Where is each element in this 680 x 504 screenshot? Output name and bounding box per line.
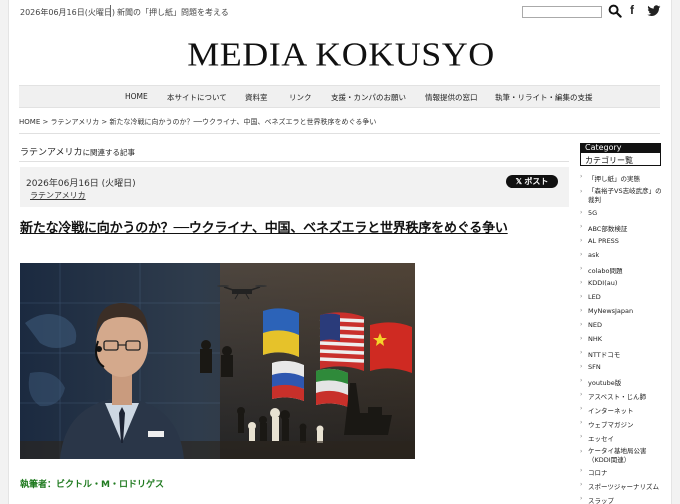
sidebar-item-label: ABC部数検証: [588, 225, 628, 233]
sidebar-item-label: アスベスト・じん肺: [588, 393, 647, 401]
sidebar-item-label: ask: [588, 251, 600, 259]
chevron-right-icon: ›: [580, 223, 583, 230]
chevron-right-icon: ›: [580, 349, 583, 356]
sidebar-heading-ja: カテゴリー覧: [585, 156, 633, 165]
sidebar-item-label: スポーツジャーナリズム: [588, 483, 660, 491]
sidebar-heading-box: カテゴリー覧: [580, 153, 661, 166]
sidebar-item-label: インターネット: [588, 407, 634, 415]
site-tagline: 新聞の「押し紙」問題を考える: [117, 8, 229, 17]
nav-donate[interactable]: 支援・カンパのお願い: [331, 92, 406, 103]
chevron-right-icon: ›: [580, 335, 583, 342]
chevron-right-icon: ›: [580, 173, 583, 180]
article-meta: 2026年06月16日 (火曜日) ラテンアメリカ 𝕏 ポスト: [20, 167, 569, 207]
sidebar-item-label: エッセイ: [588, 435, 614, 443]
current-date: 2026年06月16日(火曜日): [20, 8, 115, 17]
article-hero-image: [20, 263, 415, 459]
breadcrumb[interactable]: HOME > ラテンアメリカ > 新たな冷戦に向かうのか？──ウクライナ、中国、…: [19, 117, 376, 127]
chevron-right-icon: ›: [580, 467, 583, 474]
site-logo[interactable]: MEDIA KOKUSYO: [9, 34, 671, 74]
sidebar-item-label: コロナ: [588, 469, 608, 477]
chevron-right-icon: ›: [580, 377, 583, 384]
sidebar-item-label: スラップ: [588, 497, 614, 504]
page: 2026年06月16日(火曜日) 新聞の「押し紙」問題を考える f MEDIA …: [8, 0, 672, 504]
archive-suffix: に関連する記事: [82, 148, 136, 157]
sidebar-item-label: SFN: [588, 363, 601, 371]
nav-archive[interactable]: 資料室: [245, 92, 268, 103]
archive-category: ラテンアメリカ: [20, 148, 83, 158]
sidebar-item-label: LED: [588, 293, 601, 301]
sidebar-heading: Category カテゴリー覧: [580, 143, 661, 166]
search-icon[interactable]: [608, 4, 622, 18]
sidebar-item-label: KDDI(au): [588, 279, 618, 287]
chevron-right-icon: ›: [580, 265, 583, 272]
divider: [19, 133, 660, 134]
nav-links[interactable]: リンク: [289, 92, 312, 103]
twitter-icon[interactable]: [647, 5, 661, 17]
chevron-right-icon: ›: [580, 237, 583, 244]
nav-tips[interactable]: 情報提供の窓口: [425, 92, 478, 103]
x-post-button[interactable]: 𝕏 ポスト: [506, 175, 558, 188]
chevron-right-icon: ›: [580, 293, 583, 300]
sidebar-item-label: 「押し紙」の実態: [588, 175, 640, 183]
sidebar-item-label: NTTドコモ: [588, 351, 621, 359]
sidebar-item-label: NED: [588, 321, 602, 329]
chevron-right-icon: ›: [580, 307, 583, 314]
sidebar-item-label: ケータイ基地局公害（KDDI関連）: [588, 447, 647, 464]
archive-heading: ラテンアメリカに関連する記事: [20, 145, 135, 158]
chevron-right-icon: ›: [580, 279, 583, 286]
chevron-right-icon: ›: [580, 433, 583, 440]
chevron-right-icon: ›: [580, 321, 583, 328]
chevron-right-icon: ›: [580, 495, 583, 502]
chevron-right-icon: ›: [580, 188, 583, 195]
facebook-icon[interactable]: f: [630, 3, 640, 17]
chevron-right-icon: ›: [580, 419, 583, 426]
search-input[interactable]: [522, 6, 602, 18]
article-date: 2026年06月16日 (火曜日): [26, 179, 136, 189]
article-title[interactable]: 新たな冷戦に向かうのか？──ウクライナ、中国、ベネズエラと世界秩序をめぐる争い: [20, 217, 580, 236]
sidebar-item-label: AL PRESS: [588, 237, 619, 245]
divider: [110, 5, 111, 17]
sidebar-item-label: NHK: [588, 335, 603, 343]
chevron-right-icon: ›: [580, 448, 583, 455]
sidebar-item-label: 5G: [588, 209, 598, 217]
divider: [19, 161, 569, 162]
chevron-right-icon: ›: [580, 391, 583, 398]
chevron-right-icon: ›: [580, 209, 583, 216]
chevron-right-icon: ›: [580, 481, 583, 488]
nav-writing-support[interactable]: 執筆・リライト・編集の支援: [495, 92, 593, 103]
chevron-right-icon: ›: [580, 405, 583, 412]
chevron-right-icon: ›: [580, 251, 583, 258]
sidebar-heading-en: Category: [585, 143, 622, 152]
sidebar-item-label: 「森裕子VS志岐武彦」の裁判: [588, 187, 662, 204]
article-author: 執筆者：ビクトル・M・ロドリゲス: [20, 480, 164, 490]
sidebar-item-label: ウェブマガジン: [588, 421, 634, 429]
main-nav: HOME 本サイトについて 資料室 リンク 支援・カンパのお願い 情報提供の窓口…: [19, 85, 660, 108]
chevron-right-icon: ›: [580, 363, 583, 370]
sidebar-item-label: youtube版: [588, 379, 622, 387]
top-bar: 2026年06月16日(火曜日) 新聞の「押し紙」問題を考える f: [9, 0, 671, 24]
article-category-link[interactable]: ラテンアメリカ: [30, 190, 86, 201]
nav-about[interactable]: 本サイトについて: [167, 92, 227, 103]
sidebar-item-label: MyNewsJapan: [588, 307, 634, 315]
sidebar-item-label: colabo問題: [588, 267, 623, 275]
nav-home[interactable]: HOME: [125, 92, 148, 101]
